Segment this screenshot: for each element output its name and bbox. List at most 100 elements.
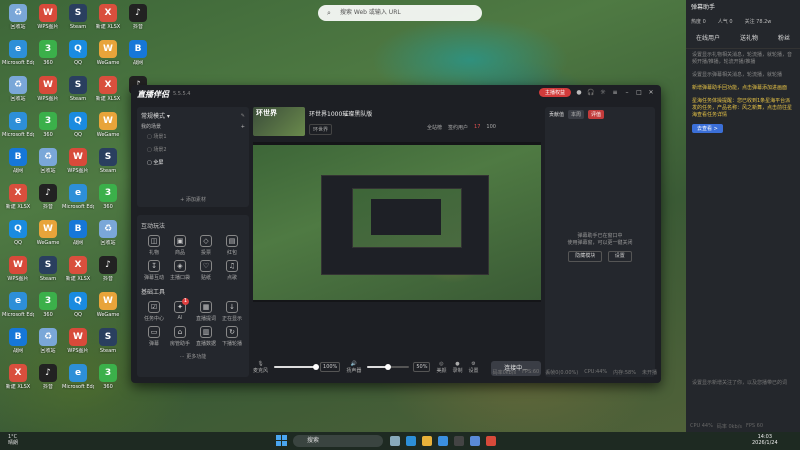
task-view-icon[interactable]: [390, 436, 400, 446]
desktop-icon[interactable]: e Microsoft Edge: [62, 184, 94, 218]
tool-button[interactable]: ◫ 礼物: [141, 235, 167, 256]
desktop-icon[interactable]: S Steam: [62, 4, 94, 38]
stream-preview[interactable]: [253, 142, 541, 302]
more-tools-button[interactable]: ⋯ 更多功能: [141, 353, 245, 360]
store-icon[interactable]: [438, 436, 448, 446]
tool-button[interactable]: ↻ 下播轮播: [219, 326, 245, 347]
maximize-button[interactable]: □: [635, 89, 643, 96]
desktop-icon[interactable]: ♻ 回收站: [32, 328, 64, 362]
scene-mode-dropdown[interactable]: 常规模式 ▾: [141, 111, 170, 120]
desktop-icon[interactable]: B 战网: [62, 220, 94, 254]
anchor-rights-button[interactable]: 主播权益: [538, 88, 571, 97]
desktop-icon[interactable]: ♪ 抖音: [92, 256, 124, 290]
desktop-icon[interactable]: X 新建 XLSX: [92, 4, 124, 38]
desktop-icon[interactable]: B 战网: [2, 328, 34, 362]
tool-button[interactable]: ↧ 弹幕互动: [141, 260, 167, 281]
tool-button[interactable]: ↓ 正在显示: [219, 301, 245, 322]
desktop-icon[interactable]: W WPS图片: [32, 4, 64, 38]
week-tab[interactable]: 本周: [568, 110, 585, 119]
tool-button[interactable]: ▥ 直播数据: [193, 326, 219, 347]
app-icon[interactable]: [454, 436, 464, 446]
desktop-icon[interactable]: ♪ 抖音: [32, 364, 64, 398]
tool-button[interactable]: ✦ 1 AI: [167, 298, 193, 322]
desktop-icon[interactable]: S Steam: [32, 256, 64, 290]
tab-gifts[interactable]: 送礼物: [740, 33, 758, 42]
desktop-icon[interactable]: ♻ 回收站: [2, 76, 34, 110]
stream-thumbnail[interactable]: 环世界: [253, 107, 305, 136]
desktop-icon[interactable]: 3 360: [92, 184, 124, 218]
desktop-icon[interactable]: ♪ 抖音: [32, 184, 64, 218]
desktop-icon[interactable]: S Steam: [62, 76, 94, 110]
app-icon[interactable]: [470, 436, 480, 446]
weather-widget[interactable]: 1°C 晴朗: [8, 434, 18, 446]
desktop-icon[interactable]: 3 360: [32, 112, 64, 146]
desktop-icon[interactable]: e Microsoft Edge: [2, 112, 34, 146]
desktop-icon[interactable]: X 新建 XLSX: [92, 76, 124, 110]
desktop-icon[interactable]: W WeGame: [92, 112, 124, 146]
desktop-icon[interactable]: ♻ 回收站: [92, 220, 124, 254]
desktop-icon[interactable]: ♻ 回收站: [2, 4, 34, 38]
live-companion-icon[interactable]: [486, 436, 496, 446]
hide-module-button[interactable]: 隐藏模块: [568, 251, 603, 262]
start-button[interactable]: [276, 435, 287, 446]
desktop-icon[interactable]: X 新建 XLSX: [2, 364, 34, 398]
desktop-icon[interactable]: 3 360: [32, 292, 64, 326]
desktop-icon[interactable]: Q QQ: [62, 112, 94, 146]
tool-button[interactable]: ▣ 商品: [167, 235, 193, 256]
close-button[interactable]: ✕: [647, 89, 655, 96]
tool-button[interactable]: ♫ 点歌: [219, 260, 245, 281]
category-tag[interactable]: 环世界: [309, 124, 333, 135]
tool-button[interactable]: ☑ 任务中心: [141, 301, 167, 322]
minimize-button[interactable]: –: [623, 89, 631, 96]
tool-button[interactable]: ♡ 贴纸: [193, 260, 219, 281]
edge-icon[interactable]: [406, 436, 416, 446]
desktop-icon[interactable]: W WeGame: [92, 40, 124, 74]
desktop-icon[interactable]: S Steam: [92, 328, 124, 362]
tool-button[interactable]: ⌂ 房管助手: [167, 326, 193, 347]
menu-icon[interactable]: ≡: [611, 89, 619, 96]
folder-icon[interactable]: [422, 436, 432, 446]
desktop-icon[interactable]: B 战网: [2, 148, 34, 182]
desktop-icon[interactable]: 3 360: [92, 364, 124, 398]
desktop-icon[interactable]: X 新建 XLSX: [62, 256, 94, 290]
headset-icon[interactable]: 🎧: [587, 89, 595, 96]
taskbar-search[interactable]: 搜索: [293, 435, 383, 447]
scene-item[interactable]: ▢ 全屏: [141, 156, 245, 169]
scene-item[interactable]: ▢ 场景2: [141, 143, 245, 156]
desktop-icon[interactable]: Q QQ: [2, 220, 34, 254]
tool-button[interactable]: ▦ 直播提词: [193, 301, 219, 322]
score-tab[interactable]: 评值: [588, 110, 605, 119]
mic-slider[interactable]: [274, 364, 320, 370]
rank-stat[interactable]: 签约用户: [448, 124, 468, 131]
tool-button[interactable]: ▭ 弹幕: [141, 326, 167, 347]
desktop-icon[interactable]: ♪ 抖音: [122, 4, 154, 38]
desktop-icon[interactable]: W WPS图片: [62, 148, 94, 182]
scene-item[interactable]: ▢ 场景1: [141, 130, 245, 143]
watch-stat[interactable]: 全站榜: [427, 124, 442, 131]
desktop-icon[interactable]: e Microsoft Edge: [62, 364, 94, 398]
tab-online-users[interactable]: 在线用户: [696, 33, 720, 42]
bell-icon[interactable]: ☼: [599, 89, 607, 96]
edit-icon[interactable]: ✎: [241, 113, 245, 119]
clock[interactable]: 14:03 2026/1/24: [752, 434, 778, 446]
desktop-icon[interactable]: 3 360: [32, 40, 64, 74]
desktop-icon[interactable]: S Steam: [92, 148, 124, 182]
desktop-icon[interactable]: W WPS图片: [2, 256, 34, 290]
desktop-icon[interactable]: W WeGame: [92, 292, 124, 326]
desktop-icon[interactable]: e Microsoft Edge: [2, 292, 34, 326]
tool-button[interactable]: ◇ 投票: [193, 235, 219, 256]
speaker-slider[interactable]: [367, 364, 410, 370]
desktop-icon[interactable]: W WeGame: [32, 220, 64, 254]
desktop-icon[interactable]: ♻ 回收站: [32, 148, 64, 182]
desktop-icon[interactable]: e Microsoft Edge: [2, 40, 34, 74]
desktop-icon[interactable]: Q QQ: [62, 292, 94, 326]
desktop-icon[interactable]: W WPS图片: [32, 76, 64, 110]
view-task-button[interactable]: 去查看 >: [692, 124, 723, 133]
desktop-icon[interactable]: B 战网: [122, 40, 154, 74]
add-scene-icon[interactable]: +: [241, 124, 245, 130]
desktop-icon[interactable]: X 新建 XLSX: [2, 184, 34, 218]
tool-button[interactable]: ◈ 主播口袋: [167, 260, 193, 281]
avatar[interactable]: ●: [575, 89, 583, 96]
contribution-tab[interactable]: 贡献值: [549, 111, 564, 118]
browser-search-box[interactable]: ⌕ 搜索 Web 或输入 URL: [318, 5, 482, 21]
